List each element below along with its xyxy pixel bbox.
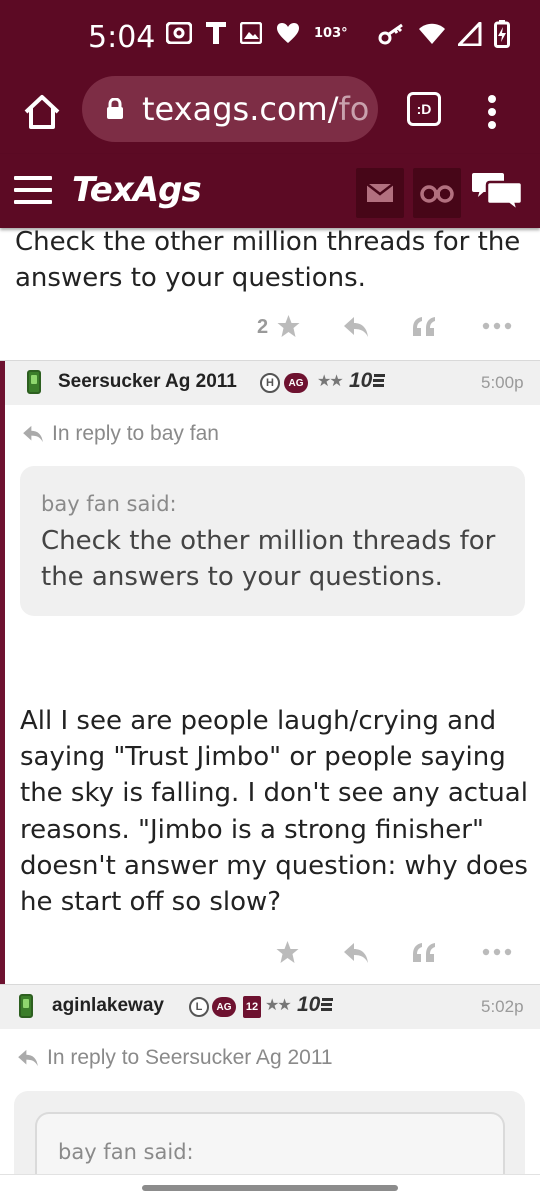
- watchlist-button[interactable]: [413, 168, 461, 218]
- post-body: All I see are people laugh/crying and sa…: [20, 706, 528, 918]
- previous-post-text: Check the other million threads for the …: [15, 227, 521, 293]
- quote-author: bay fan said:: [58, 1140, 194, 1164]
- key-icon: [378, 23, 403, 45]
- status-time: 5:04: [88, 20, 156, 55]
- more-options-icon[interactable]: [482, 948, 512, 956]
- reply-to-link[interactable]: In reply to Seersucker Ag 2011: [17, 1046, 333, 1070]
- url-field[interactable]: texags.com/fo: [82, 76, 378, 142]
- star-icon[interactable]: [275, 940, 300, 964]
- reply-to-text: In reply to Seersucker Ag 2011: [47, 1046, 333, 1069]
- mobile-phone-icon: [27, 370, 41, 394]
- lock-icon: [107, 98, 123, 119]
- quote-author: bay fan said:: [41, 492, 177, 516]
- rating-stars: ★★: [317, 373, 344, 390]
- site-logo[interactable]: TexAgs: [72, 170, 202, 210]
- ten-logo: 10: [349, 369, 386, 393]
- post-username[interactable]: Seersucker Ag 2011: [58, 371, 237, 393]
- post-time: 5:00p: [481, 373, 524, 392]
- post-username[interactable]: aginlakeway: [52, 995, 164, 1017]
- quote-block: bay fan said: Check the other million th…: [20, 466, 525, 616]
- system-icons: [378, 20, 510, 48]
- ten-number: 10: [297, 993, 321, 1016]
- reply-to-link[interactable]: In reply to bay fan: [22, 422, 219, 446]
- battery-charging-icon: [494, 20, 510, 48]
- status-bar: 5:04 103°: [0, 0, 540, 74]
- image-icon: [240, 22, 262, 44]
- home-icon[interactable]: [22, 92, 62, 132]
- mobile-phone-icon: [19, 994, 33, 1018]
- reply-arrow-icon: [23, 425, 43, 443]
- gesture-handle[interactable]: [142, 1185, 398, 1191]
- badge-ag: AG: [212, 997, 236, 1017]
- site-header: TexAgs: [0, 154, 540, 228]
- badge-h: H: [260, 373, 280, 393]
- star-icon[interactable]: [276, 314, 301, 338]
- more-options-icon[interactable]: [482, 322, 512, 330]
- url-text: texags.com/fo: [142, 90, 369, 128]
- tab-switcher-button[interactable]: :D: [407, 92, 441, 126]
- messages-button[interactable]: [356, 168, 404, 218]
- url-main: texags.com/: [142, 90, 339, 128]
- browser-toolbar: texags.com/fo :D: [0, 74, 540, 154]
- temperature-label: 103°: [314, 25, 348, 41]
- gesture-nav-bar: [0, 1174, 540, 1200]
- notification-icons: 103°: [166, 22, 348, 44]
- wifi-icon: [419, 23, 445, 44]
- reply-icon[interactable]: [343, 942, 369, 964]
- chat-icon[interactable]: [470, 170, 524, 212]
- overflow-menu-icon[interactable]: [484, 94, 500, 130]
- badge-12: 12: [243, 996, 261, 1018]
- reply-to-text: In reply to bay fan: [52, 422, 219, 445]
- post-header: Seersucker Ag 2011 H AG ★★ 10 5:00p: [5, 361, 540, 405]
- vote-count: 2: [257, 316, 269, 338]
- post-time: 5:02p: [481, 997, 524, 1016]
- badge-l: L: [189, 997, 209, 1017]
- ten-number: 10: [349, 369, 373, 392]
- reply-icon[interactable]: [343, 316, 369, 338]
- reply-arrow-icon: [18, 1049, 38, 1067]
- mail-icon: [366, 183, 394, 202]
- post-header: aginlakeway L AG 12 ★★ 10 5:02p: [0, 985, 540, 1029]
- ten-lines-icon: [373, 374, 386, 387]
- badge-ag: AG: [284, 373, 308, 393]
- binoculars-icon: [420, 185, 454, 203]
- url-dim: fo: [338, 90, 370, 128]
- quote-icon[interactable]: [411, 314, 437, 338]
- t-icon: [206, 22, 226, 44]
- hamburger-menu-icon[interactable]: [14, 176, 52, 204]
- signal-icon: [458, 22, 482, 46]
- ten-lines-icon: [321, 998, 334, 1011]
- ten-logo: 10: [297, 993, 334, 1017]
- post-accent-stripe: [0, 361, 5, 984]
- radio-icon: [166, 22, 192, 44]
- quote-text: Check the other million threads for the …: [41, 526, 496, 592]
- rating-stars: ★★: [265, 997, 292, 1014]
- quote-icon[interactable]: [411, 940, 437, 964]
- heart-icon: [277, 23, 299, 43]
